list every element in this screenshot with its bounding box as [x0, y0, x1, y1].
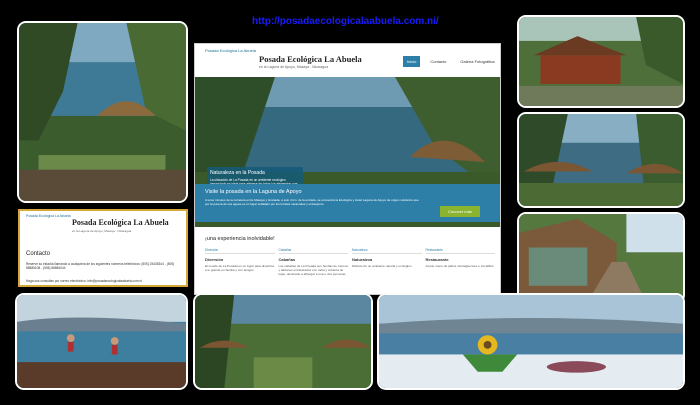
card-contact-heading: Contacto	[26, 251, 51, 257]
feature-text: El muelle de La Posada es un lugar para …	[205, 264, 275, 272]
photo-lake-cabins	[517, 112, 685, 208]
feature-column: Diversión Diversión El muelle de La Posa…	[205, 248, 275, 276]
feature-category: Naturaleza	[352, 248, 422, 254]
photo-cabin-path	[517, 212, 685, 304]
photo-dock-jump	[15, 293, 188, 390]
photo-red-cabin	[517, 15, 685, 108]
feature-text: Ampio menu de platos nicaragüenses e Ior…	[425, 264, 494, 268]
feature-column: Cabañas Cabañas Las cabañas de La Posada…	[278, 248, 349, 276]
site-title: Posada Ecológica La Abuela	[259, 54, 362, 64]
experience-heading: ¡una experiencia inolvidable!	[205, 236, 275, 242]
feature-title: Cabañas	[278, 257, 296, 262]
card-subtitle: en la Laguna de Apoyo, Masaya - Nicaragu…	[72, 229, 132, 233]
hero-heading: Naturaleza en la Posada	[210, 170, 265, 176]
band-text: A unos minutos de la carretera entre Mas…	[205, 198, 419, 206]
feature-text: Las cabañas de La Posada son hechas de t…	[278, 264, 349, 276]
card-title: Posada Ecológica La Abuela	[72, 218, 169, 227]
card-top-line: Posada Ecológica La Abuela	[26, 214, 71, 218]
photo-restaurant-table	[377, 293, 685, 390]
site-top-line: Posada Ecológica La Abuela	[205, 48, 256, 53]
nav-inicio[interactable]: Inicio	[403, 56, 421, 67]
nav-contacto[interactable]: Contacto	[426, 56, 450, 67]
photo-garden-cabins	[193, 293, 373, 390]
contact-card: Posada Ecológica La Abuela Posada Ecológ…	[18, 209, 188, 287]
feature-category: Diversión	[205, 248, 275, 254]
conocer-mas-button[interactable]: Conocer más	[440, 206, 480, 217]
card-contact-email: Haga sus consultas por correo electrónic…	[26, 279, 142, 283]
feature-category: Cabañas	[278, 248, 348, 254]
website-screenshot: Posada Ecológica La Abuela Posada Ecológ…	[194, 43, 501, 295]
feature-text: Disfrute de un ambiente natural y ecológ…	[352, 264, 412, 268]
feature-title: Diversión	[205, 257, 224, 262]
feature-column: Naturaleza Naturaleza Disfrute de un amb…	[352, 248, 422, 276]
feature-title: Restaurante	[425, 257, 449, 262]
site-subtitle: en la Laguna de Apoyo, Masaya - Nicaragu…	[259, 65, 329, 69]
feature-column: Restaurante Restaurante Ampio menu de pl…	[425, 248, 495, 276]
site-nav: Inicio Contacto Galería Fotográfica	[403, 56, 499, 67]
feature-title: Naturaleza	[352, 257, 373, 262]
card-contact-text: Reserve su estadía llamando a cualquiera…	[26, 262, 175, 271]
band-heading: Visite la posada en la Laguna de Apoyo	[205, 189, 302, 195]
feature-category: Restaurante	[425, 248, 495, 254]
photo-lake-terrace	[17, 21, 188, 203]
nav-galeria[interactable]: Galería Fotográfica	[456, 56, 498, 67]
collage-url[interactable]: http://posadaecologicalaabuela.com.ni/	[252, 16, 439, 27]
feature-columns: Diversión Diversión El muelle de La Posa…	[205, 248, 495, 276]
site-visit-band: Visite la posada en la Laguna de Apoyo A…	[195, 184, 500, 222]
